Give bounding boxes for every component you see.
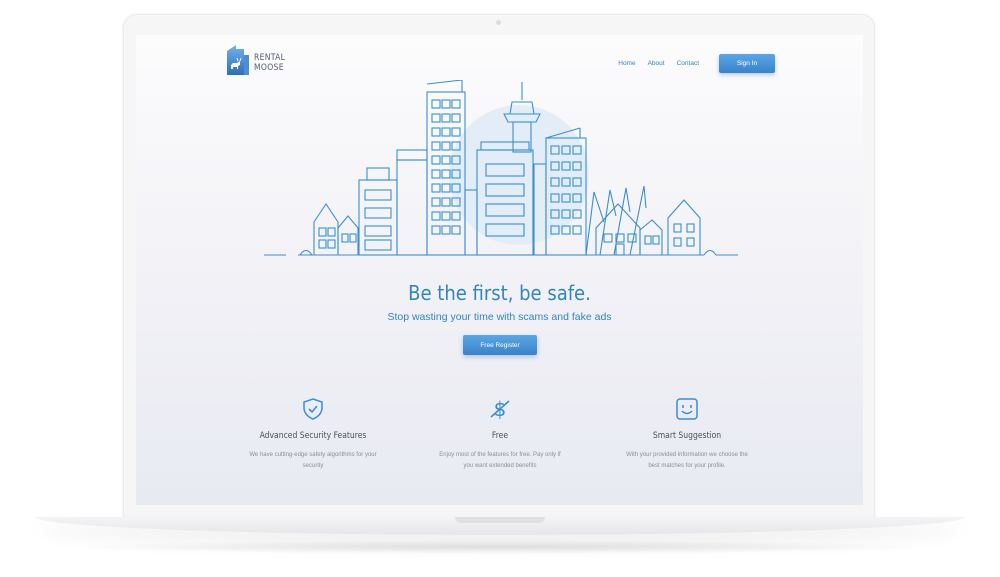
nav-home-link[interactable]: Home: [618, 60, 635, 67]
feature-smart-suggestion: Smart Suggestion With your provided info…: [607, 397, 767, 472]
laptop-notch: [455, 517, 545, 523]
shield-check-icon: [303, 398, 323, 420]
hero-subline: Stop wasting your time with scams and fa…: [387, 311, 612, 323]
dollar-crossed-icon: $: [490, 397, 510, 421]
feature-desc: Enjoy most of the features for free. Pay…: [439, 452, 561, 469]
feature-free: $ Free Enjoy most of the features for fr…: [420, 397, 580, 472]
nav-contact-link[interactable]: Contact: [677, 60, 699, 67]
free-register-button[interactable]: Free Register: [463, 335, 537, 355]
top-nav: Home About Contact Sign In: [618, 54, 775, 73]
hero-headline: Be the first, be safe.: [408, 281, 591, 305]
brand-logo[interactable]: RENTAL MOOSE: [224, 43, 294, 77]
laptop-shadow: [60, 540, 940, 554]
smiley-face-icon: [676, 398, 698, 420]
website-screen: RENTAL MOOSE Home About Contact Sign In: [136, 35, 863, 505]
brand-wordmark: RENTAL MOOSE: [254, 53, 285, 73]
feature-desc: With your provided information we choose…: [626, 452, 748, 469]
city-skyline-illustration: [264, 80, 738, 256]
camera-dot: [496, 20, 501, 25]
feature-title: Free: [491, 431, 509, 441]
feature-title: Smart Suggestion: [652, 431, 722, 441]
brand-line-1: RENTAL: [254, 53, 286, 63]
brand-line-2: MOOSE: [254, 63, 284, 73]
feature-desc: We have cutting-edge safety algorithms f…: [249, 452, 377, 469]
nav-about-link[interactable]: About: [648, 60, 665, 67]
sign-in-button[interactable]: Sign In: [719, 54, 775, 73]
feature-title: Advanced Security Features: [259, 431, 367, 441]
feature-security: Advanced Security Features We have cutti…: [233, 397, 393, 472]
moose-building-icon: [227, 45, 249, 75]
laptop-base: [35, 517, 965, 535]
